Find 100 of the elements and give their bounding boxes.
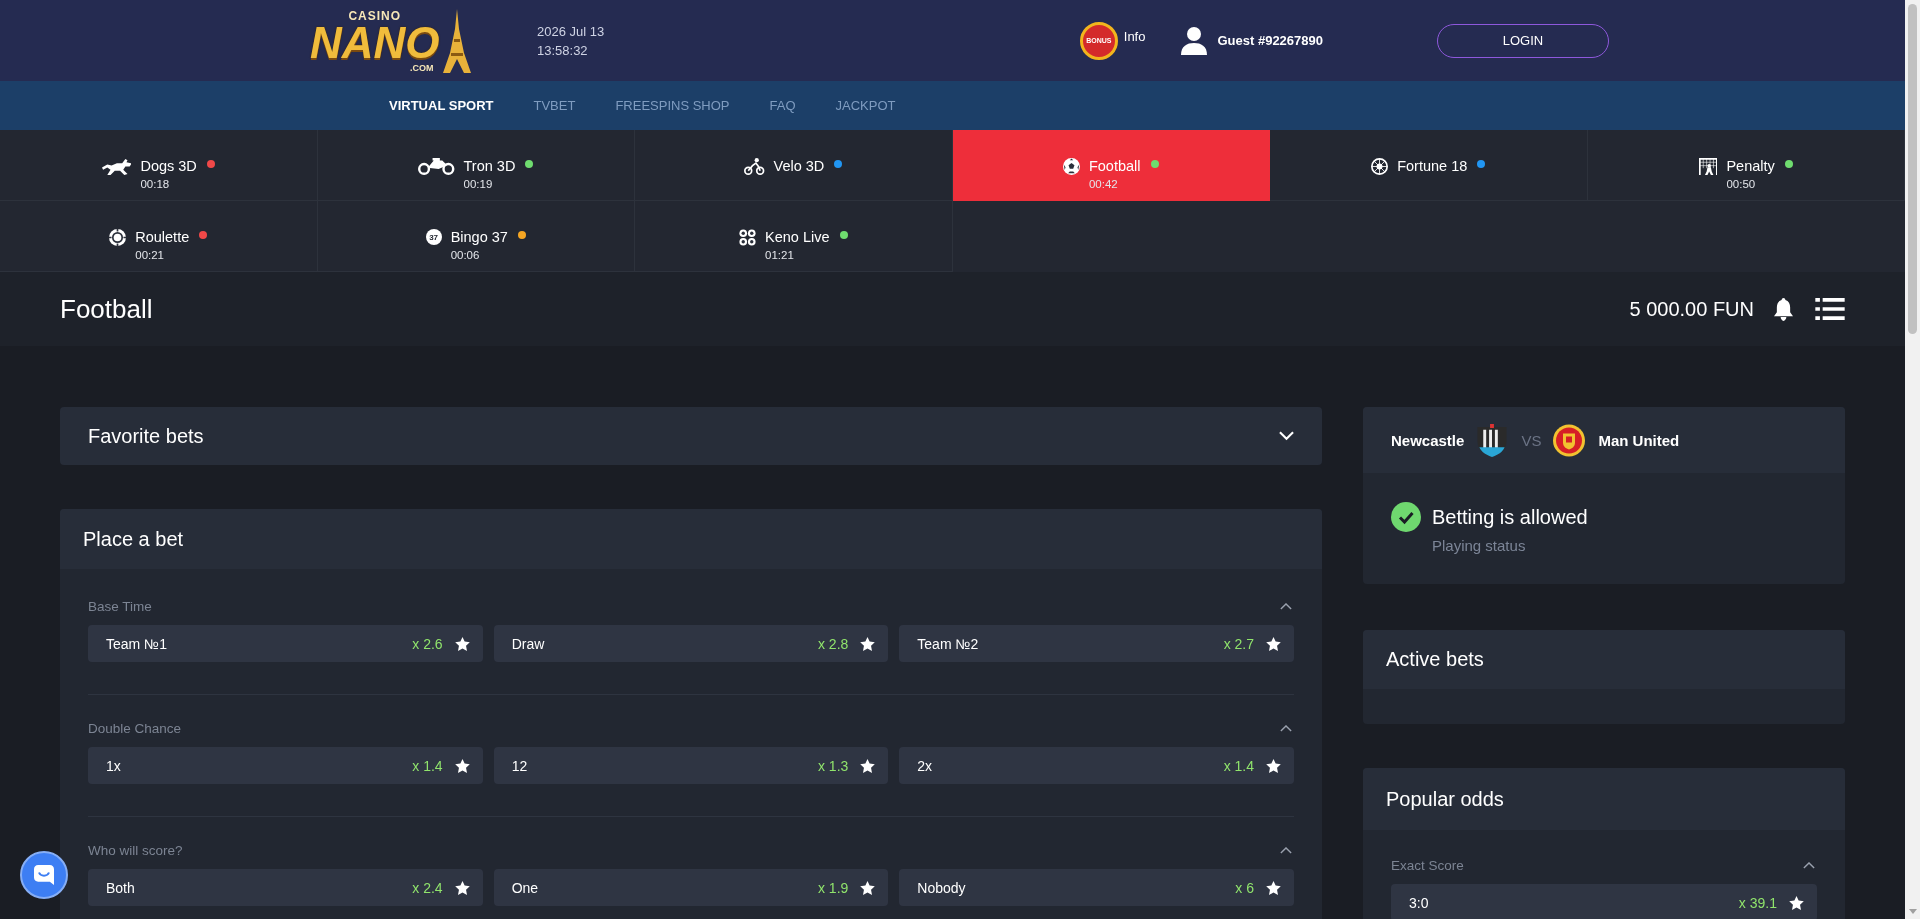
bet-option-button[interactable]: 3:0 x 39.1 — [1391, 884, 1817, 919]
striped-shield-crest-icon — [1476, 423, 1509, 457]
nav-link[interactable]: JACKPOT — [835, 98, 896, 113]
game-name: Penalty — [1726, 158, 1775, 174]
bet-option-button[interactable]: One x 1.9 — [493, 869, 889, 906]
game-tab[interactable]: Fortune 18 — [1270, 130, 1588, 201]
team-name: Newcastle — [1391, 431, 1465, 449]
menu-icon[interactable] — [1815, 298, 1845, 320]
panel-title: Place a bet — [83, 527, 184, 551]
star-icon[interactable] — [860, 758, 876, 773]
countdown-text: 00:50 — [1726, 177, 1756, 192]
balance-text: 5 000.00 FUN — [1629, 297, 1754, 321]
panel-title: Active bets — [1386, 648, 1484, 671]
market-label: Double Chance — [88, 720, 182, 736]
game-name: Roulette — [135, 229, 190, 245]
status-caption: Playing status — [1432, 536, 1527, 556]
countdown-text: 00:19 — [463, 177, 493, 192]
bet-option-button[interactable]: 1x x 1.4 — [88, 747, 483, 784]
odds-text: x 2.8 — [817, 635, 849, 652]
countdown-text: 00:21 — [135, 248, 164, 263]
wheel-icon — [1371, 157, 1389, 175]
odds-text: x 2.7 — [1223, 635, 1254, 652]
panel-title: Favorite bets — [88, 424, 204, 448]
scrollbar-thumb[interactable] — [1908, 4, 1917, 334]
odds-text: x 2.4 — [412, 879, 443, 896]
time-text: 13:58:32 — [537, 41, 589, 60]
page-title: Football — [60, 293, 153, 325]
game-name: Keno Live — [765, 229, 830, 245]
game-name: Bingo 37 — [450, 229, 508, 245]
chevron-up-icon[interactable] — [1803, 861, 1815, 869]
odds-text: x 1.4 — [1223, 757, 1254, 774]
round-crest-icon — [1553, 423, 1586, 457]
bet-option-button[interactable]: Draw x 2.8 — [493, 625, 889, 662]
user-icon — [1181, 26, 1208, 55]
game-tab[interactable]: Roulette 00:21 — [0, 201, 318, 272]
star-icon[interactable] — [1266, 636, 1281, 651]
username-text: Guest #92267890 — [1217, 33, 1323, 48]
star-icon[interactable] — [860, 880, 876, 895]
star-icon[interactable] — [1266, 880, 1281, 895]
game-name: Football — [1088, 158, 1141, 174]
odds-text: x 2.6 — [412, 635, 443, 652]
star-icon[interactable] — [454, 636, 470, 651]
chat-button[interactable] — [20, 851, 68, 899]
game-tab[interactable]: 37 Bingo 37 00:06 — [317, 201, 635, 272]
bet-option-button[interactable]: Team №2 x 2.7 — [899, 625, 1294, 662]
casino-logo[interactable]: CASINO NANO .COM — [310, 8, 490, 73]
game-tab[interactable]: Keno Live 01:21 — [635, 201, 953, 272]
four-balls-icon — [739, 228, 756, 246]
bet-option-button[interactable]: 12 x 1.3 — [493, 747, 889, 784]
countdown-text: 00:18 — [140, 177, 170, 192]
game-name: Velo 3D — [773, 158, 825, 174]
nav-link[interactable]: VIRTUAL SPORT — [389, 98, 494, 113]
favorite-bets-panel[interactable]: Favorite bets — [60, 407, 1322, 465]
countdown-text: 00:06 — [450, 248, 480, 263]
dog-icon — [101, 157, 132, 175]
bell-icon[interactable] — [1774, 297, 1793, 321]
bet-option-button[interactable]: Nobody x 6 — [899, 869, 1294, 906]
game-tab[interactable]: Football 00:42 — [952, 130, 1270, 201]
star-icon[interactable] — [454, 758, 470, 773]
game-tab[interactable]: Tron 3D 00:19 — [317, 130, 635, 201]
chevron-up-icon[interactable] — [1280, 846, 1292, 854]
casino-chip-icon — [109, 228, 127, 246]
info-link[interactable]: Info — [1123, 29, 1146, 44]
scrollbar[interactable] — [1905, 0, 1920, 919]
odds-text: x 1.9 — [817, 879, 849, 896]
star-icon[interactable] — [860, 636, 876, 651]
bet-option-button[interactable]: Team №1 x 2.6 — [88, 625, 483, 662]
goal-icon — [1698, 157, 1718, 175]
game-name: Tron 3D — [463, 158, 516, 174]
odds-text: x 39.1 — [1738, 894, 1777, 911]
game-tab[interactable]: Penalty 00:50 — [1587, 130, 1905, 201]
motorcycle-icon — [418, 157, 455, 175]
nav-link[interactable]: TVBET — [533, 98, 576, 113]
nav-link[interactable]: FAQ — [769, 98, 796, 113]
game-tab[interactable]: Dogs 3D 00:18 — [0, 130, 318, 201]
countdown-text: 01:21 — [765, 248, 794, 263]
status-title: Betting is allowed — [1432, 505, 1588, 530]
odds-text: x 6 — [1235, 879, 1254, 896]
star-icon[interactable] — [1266, 758, 1281, 773]
bingo-ball-icon: 37 — [425, 229, 442, 245]
bet-option-button[interactable]: 2x x 1.4 — [899, 747, 1294, 784]
chevron-up-icon[interactable] — [1280, 602, 1292, 610]
market-label: Exact Score — [1391, 857, 1464, 873]
game-name: Dogs 3D — [140, 158, 197, 174]
game-tab[interactable]: Velo 3D — [635, 130, 953, 201]
game-name: Fortune 18 — [1397, 158, 1468, 174]
market-label: Base Time — [88, 598, 152, 614]
smiling-chat-bubble-icon — [34, 865, 54, 885]
odds-text: x 1.3 — [817, 757, 849, 774]
star-icon[interactable] — [454, 880, 470, 895]
chevron-down-icon[interactable] — [1279, 431, 1294, 441]
nav-link[interactable]: FREESPINS SHOP — [615, 98, 730, 113]
versus-text: VS — [1521, 431, 1542, 449]
star-icon[interactable] — [1789, 895, 1804, 910]
bet-option-button[interactable]: Both x 2.4 — [88, 869, 483, 906]
odds-text: x 1.4 — [412, 757, 443, 774]
chevron-up-icon[interactable] — [1280, 724, 1292, 732]
panel-title: Popular odds — [1386, 787, 1504, 811]
countdown-text: 00:42 — [1088, 177, 1118, 192]
market-label: Who will score? — [88, 842, 183, 858]
